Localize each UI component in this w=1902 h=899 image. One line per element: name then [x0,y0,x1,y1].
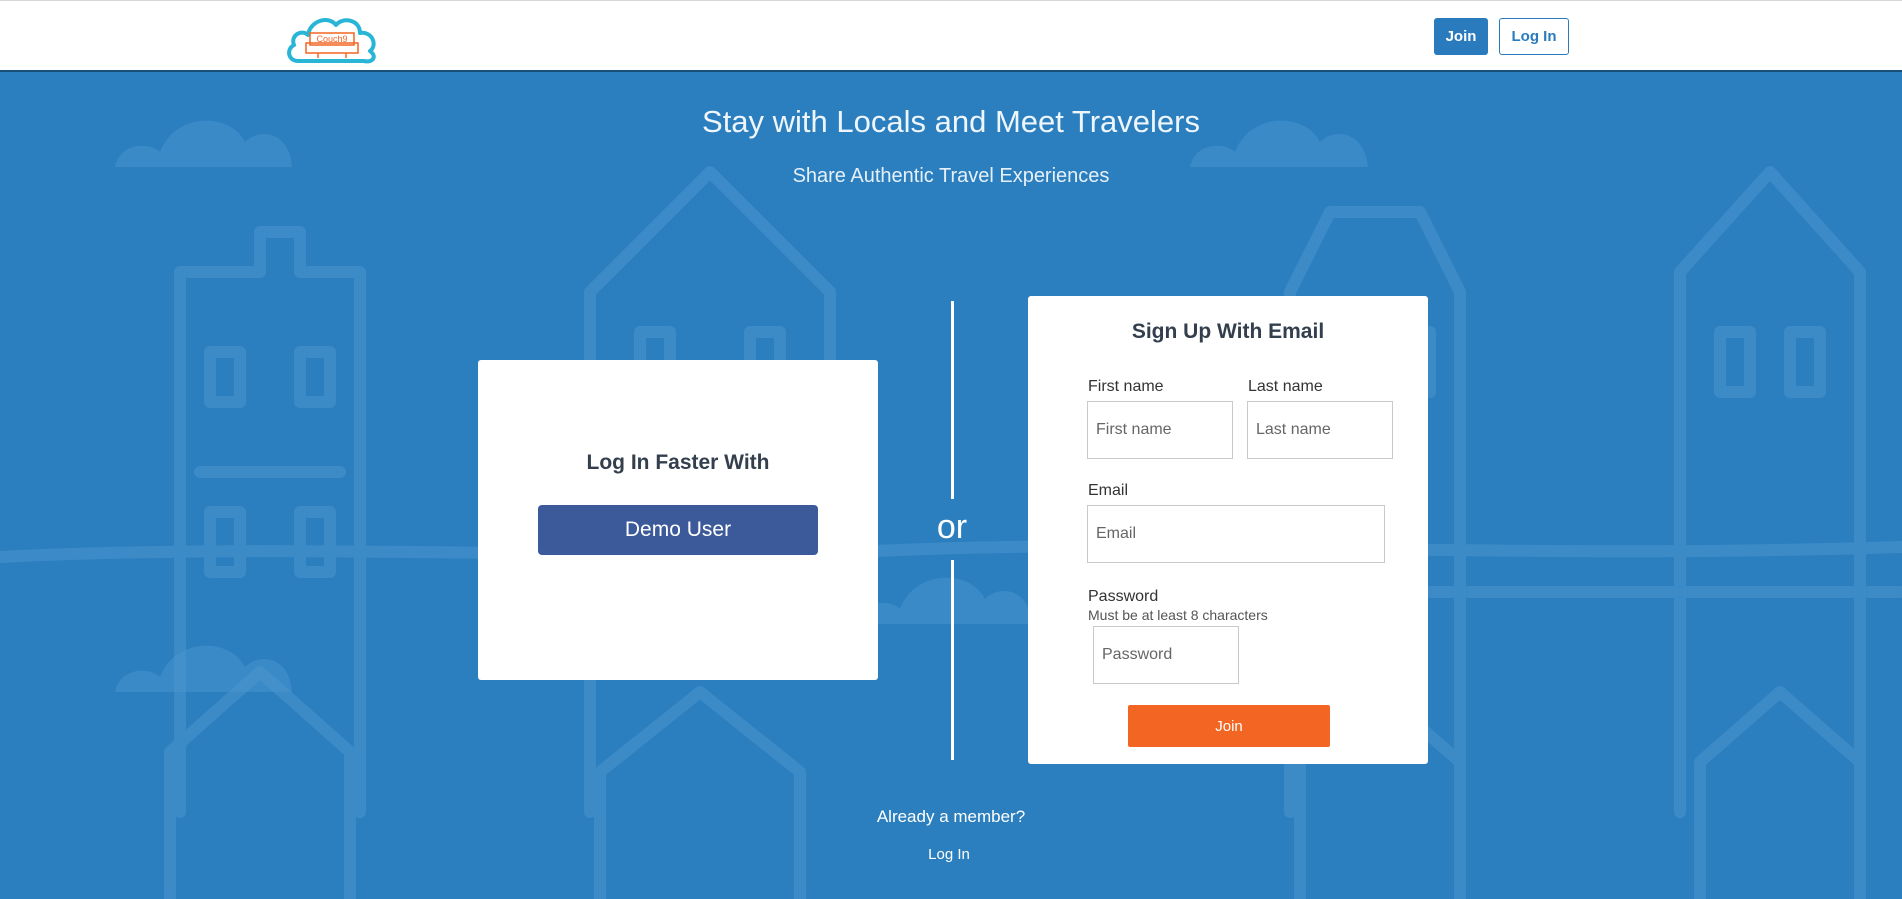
footer-login-link[interactable]: Log In [899,846,999,863]
email-field[interactable] [1087,505,1385,563]
first-name-field[interactable] [1087,401,1233,459]
email-label: Email [1088,482,1129,499]
hero-title: Stay with Locals and Meet Travelers [702,104,1200,139]
signup-join-button[interactable]: Join [1128,705,1330,747]
quick-login-heading: Log In Faster With [586,451,770,474]
signup-heading: Sign Up With Email [1131,320,1325,343]
last-name-label: Last name [1248,378,1323,395]
hero-subtitle: Share Authentic Travel Experiences [792,165,1110,187]
divider-line-top [951,301,954,499]
logo-text: Couch9 [316,34,347,44]
signup-card: Sign Up With Email First name Last name … [1028,296,1428,764]
or-label: or [936,508,968,546]
couch9-logo[interactable]: Couch9 [284,11,380,65]
divider-line-bottom [951,560,954,760]
password-label: Password [1088,588,1159,605]
quick-login-card: Log In Faster With Demo User [478,360,878,680]
password-field[interactable] [1093,626,1239,684]
header-join-button[interactable]: Join [1434,18,1488,55]
header-login-button[interactable]: Log In [1499,18,1569,55]
top-navbar: Couch9 Join Log In [0,0,1902,72]
demo-user-button[interactable]: Demo User [538,505,818,555]
already-member-text: Already a member? [876,807,1026,826]
cloud-couch-logo-icon: Couch9 [287,18,376,64]
first-name-label: First name [1088,378,1164,395]
password-hint: Must be at least 8 characters [1088,607,1268,623]
last-name-field[interactable] [1247,401,1393,459]
